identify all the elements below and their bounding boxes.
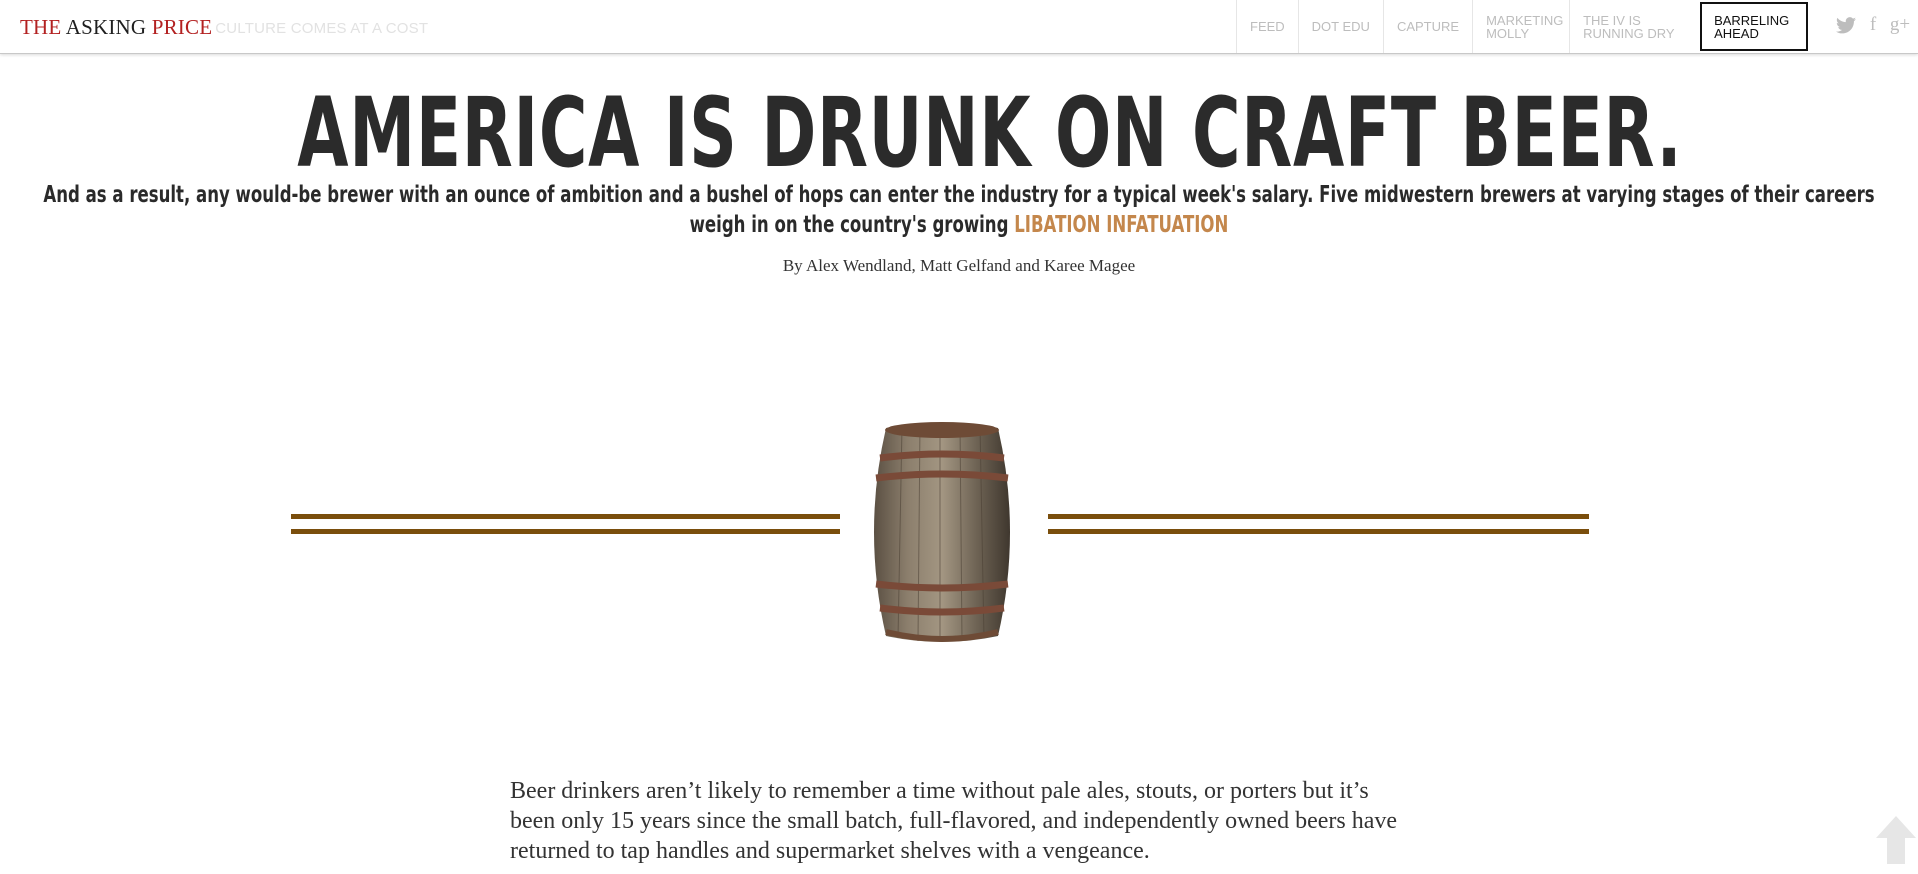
subheading-text: And as a result, any would-be brewer wit… <box>43 182 1875 238</box>
nav-item-the-iv-is-running-dry[interactable]: THE IV IS RUNNING DRY <box>1569 0 1696 53</box>
twitter-icon[interactable] <box>1836 14 1856 36</box>
facebook-icon[interactable]: f <box>1863 14 1883 36</box>
top-navigation-bar: THE ASKING PRICE CULTURE COMES AT A COST … <box>0 0 1918 54</box>
nav-item-dot-edu[interactable]: DOT EDU <box>1297 0 1383 53</box>
divider-line-left-top <box>291 514 840 519</box>
article-subheading: And as a result, any would-be brewer wit… <box>31 180 1887 240</box>
brand-word-the: THE <box>20 15 62 39</box>
brand-tagline: CULTURE COMES AT A COST <box>215 20 429 37</box>
nav-item-marketing-molly[interactable]: MARKETING MOLLY <box>1472 0 1569 53</box>
brand-word-asking: ASKING <box>65 15 147 39</box>
scroll-to-top-icon[interactable] <box>1874 814 1918 866</box>
section-nav: FEED DOT EDU CAPTURE MARKETING MOLLY THE… <box>1236 0 1809 53</box>
brand-word-price: PRICE <box>151 15 213 39</box>
nav-item-barreling-ahead[interactable]: BARRELING AHEAD <box>1700 2 1809 51</box>
barrel-illustration <box>874 422 1010 642</box>
google-plus-icon[interactable]: g+ <box>1890 14 1910 36</box>
divider-line-right-top <box>1048 514 1589 519</box>
social-links: f g+ <box>1836 14 1910 36</box>
site-logo[interactable]: THE ASKING PRICE CULTURE COMES AT A COST <box>20 15 428 40</box>
article-body-paragraph: Beer drinkers aren’t likely to remember … <box>510 778 1398 864</box>
nav-item-feed[interactable]: FEED <box>1236 0 1298 53</box>
article-headline: AMERICA IS DRUNK ON CRAFT BEER. <box>297 77 1683 189</box>
subheading-accent-link[interactable]: LIBATION INFATUATION <box>1014 212 1228 238</box>
nav-item-capture[interactable]: CAPTURE <box>1382 0 1472 53</box>
divider-line-right-bottom <box>1048 529 1589 534</box>
article-byline: By Alex Wendland, Matt Gelfand and Karee… <box>782 256 1136 275</box>
divider-line-left-bottom <box>291 529 840 534</box>
